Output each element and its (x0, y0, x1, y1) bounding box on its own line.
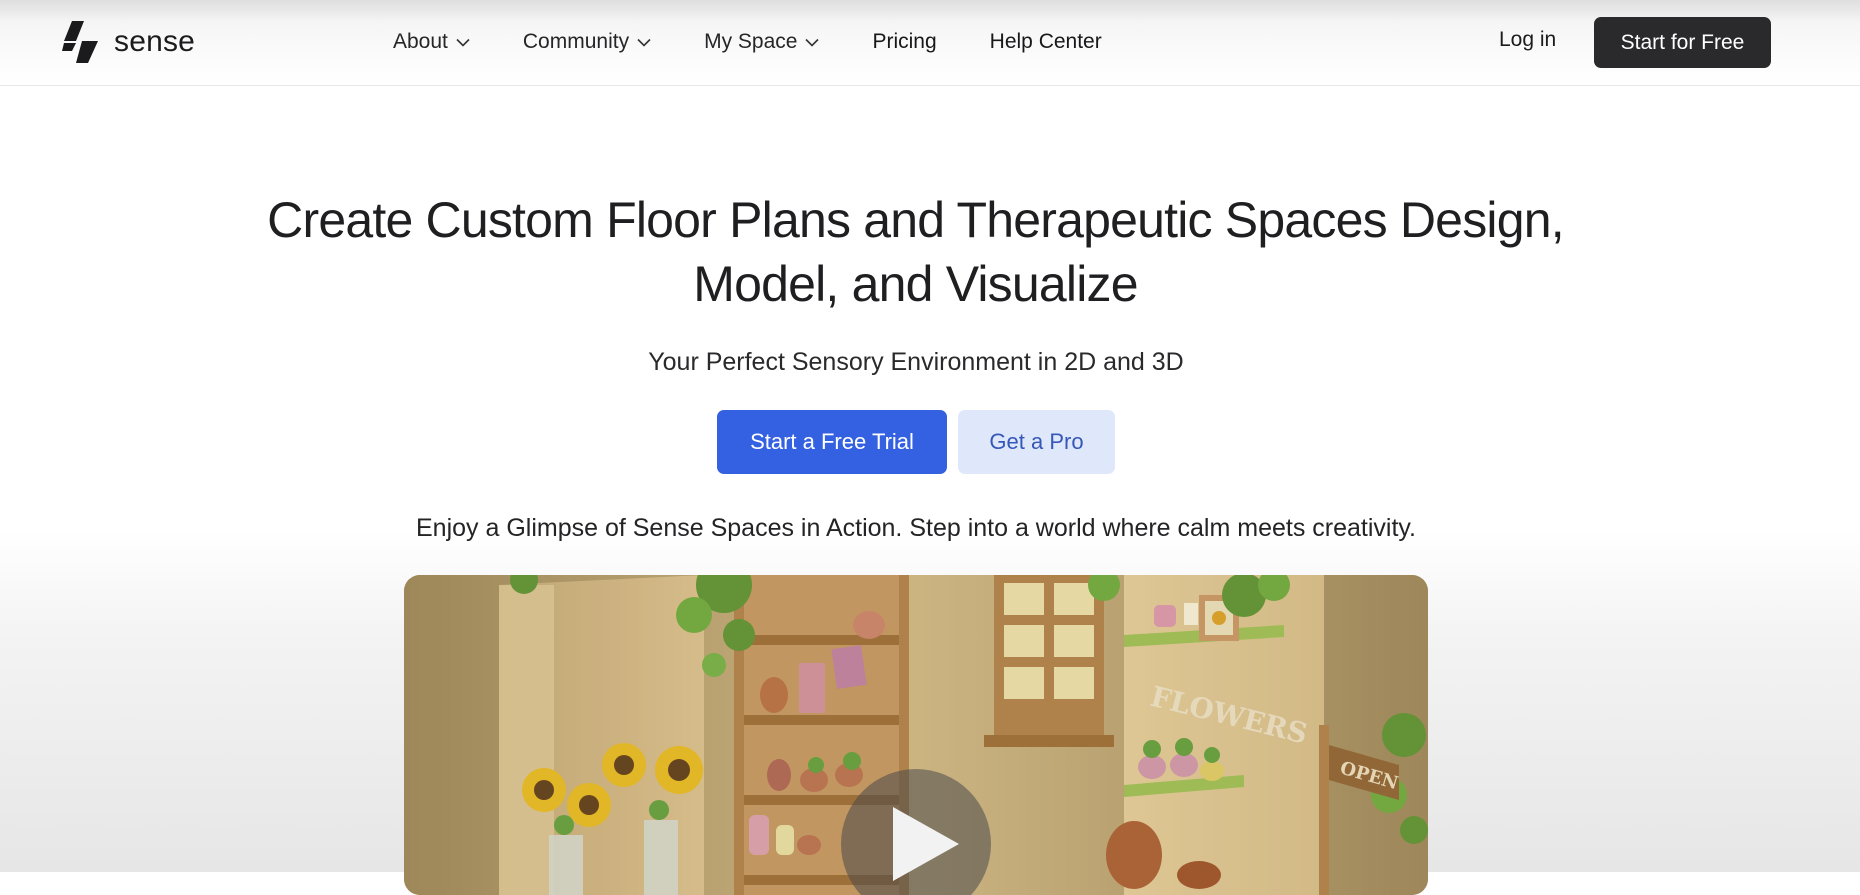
sense-logo-icon (62, 21, 98, 63)
glimpse-text: Enjoy a Glimpse of Sense Spaces in Actio… (416, 514, 1416, 542)
brand-name: sense (114, 25, 196, 58)
nav-item-pricing[interactable]: Pricing (872, 30, 936, 54)
hero-subtitle: Your Perfect Sensory Environment in 2D a… (648, 348, 1184, 376)
nav-item-community[interactable]: Community (523, 30, 651, 54)
site-header: sense About Community My Space Pricing H… (0, 0, 1860, 86)
nav-item-help-center[interactable]: Help Center (990, 30, 1102, 54)
chevron-down-icon (805, 38, 820, 47)
video-player[interactable]: FLOWERS OPEN (404, 575, 1428, 895)
nav-item-label: Help Center (989, 30, 1102, 53)
nav-item-my-space[interactable]: My Space (704, 30, 820, 54)
hero-title-line-2: Model, and Visualize (693, 256, 1138, 312)
brand-logo[interactable]: sense (62, 20, 195, 64)
login-link[interactable]: Log in (1499, 28, 1556, 52)
play-icon[interactable] (841, 769, 991, 895)
hero-title-line-1: Create Custom Floor Plans and Therapeuti… (267, 192, 1564, 248)
start-for-free-button[interactable]: Start for Free (1594, 17, 1771, 68)
chevron-down-icon (637, 38, 651, 47)
nav-item-label: My Space (704, 30, 798, 53)
nav-item-label: About (393, 30, 448, 53)
start-free-trial-button[interactable]: Start a Free Trial (717, 410, 947, 474)
get-a-pro-button[interactable]: Get a Pro (958, 410, 1115, 474)
nav-item-about[interactable]: About (393, 30, 470, 54)
chevron-down-icon (456, 38, 470, 47)
nav-item-label: Pricing (872, 30, 937, 53)
nav-item-label: Community (522, 30, 630, 53)
hero-title: Create Custom Floor Plans and Therapeuti… (230, 188, 1601, 316)
main-nav: About Community My Space Pricing Help Ce… (393, 22, 1155, 62)
